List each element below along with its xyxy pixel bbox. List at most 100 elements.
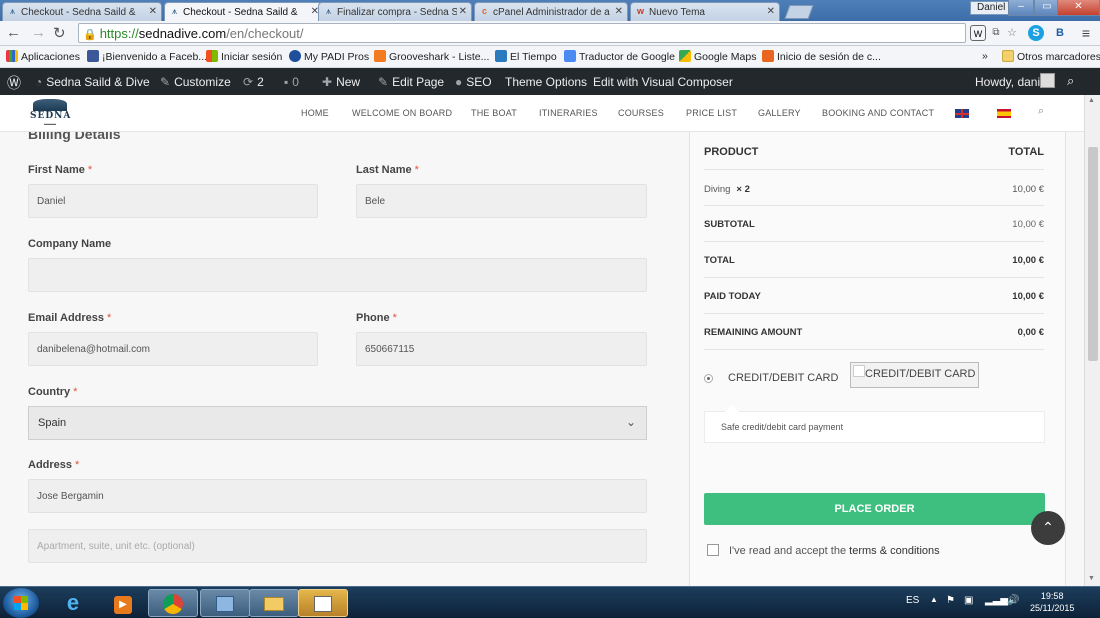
new-tab-button[interactable] (784, 5, 814, 19)
nav-home[interactable]: HOME (301, 108, 329, 118)
windows-icon (206, 50, 218, 62)
bookmarks-overflow-icon[interactable]: » (982, 50, 988, 62)
nav-courses[interactable]: COURSES (618, 108, 664, 118)
reload-icon[interactable]: ↻ (53, 24, 66, 42)
file-explorer-icon[interactable] (249, 589, 299, 617)
nav-price-list[interactable]: PRICE LIST (686, 108, 737, 118)
bookmark-el-tiempo[interactable]: El Tiempo (495, 50, 557, 63)
payment-method-label[interactable]: CREDIT/DEBIT CARD (728, 372, 838, 384)
lock-icon: 🔒 (83, 29, 97, 41)
close-tab-icon[interactable]: ✕ (615, 6, 623, 17)
terms-row: I've read and accept the terms & conditi… (707, 544, 940, 557)
admin-edit-page[interactable]: ✎ Edit Page (378, 75, 444, 89)
terms-link[interactable]: terms & conditions (849, 545, 939, 557)
payment-method-radio[interactable] (704, 374, 713, 383)
other-bookmarks[interactable]: Otros marcadores (1002, 50, 1100, 63)
address-line1-field[interactable]: Jose Bergamin (28, 479, 647, 513)
admin-new[interactable]: ✚ New (322, 75, 360, 89)
place-order-button[interactable]: PLACE ORDER (704, 493, 1045, 525)
admin-visual-composer[interactable]: Edit with Visual Composer (593, 75, 733, 89)
back-arrow-icon[interactable]: ← (6, 24, 21, 41)
email-field[interactable]: danibelena@hotmail.com (28, 332, 318, 366)
folder-icon (1002, 50, 1014, 62)
order-total-row: TOTAL 10,00 € (704, 242, 1044, 278)
minimize-window-icon[interactable]: – (1008, 0, 1034, 16)
admin-howdy[interactable]: Howdy, dani (975, 75, 1040, 89)
facebook-icon (87, 50, 99, 62)
nav-welcome-on-board[interactable]: WELCOME ON BOARD (352, 108, 452, 118)
header-search-icon[interactable]: ⌕ (1038, 105, 1044, 118)
spanish-flag-icon[interactable] (997, 109, 1011, 118)
scroll-to-top-button[interactable]: ⌃ (1031, 511, 1065, 545)
nav-booking-and-contact[interactable]: BOOKING AND CONTACT (822, 108, 934, 118)
close-tab-icon[interactable]: ✕ (149, 6, 157, 17)
input-language[interactable]: ES (906, 595, 919, 606)
country-select[interactable]: Spain ⌄ (28, 406, 647, 440)
bookmark-padi[interactable]: My PADI Pros (289, 50, 369, 63)
scroll-up-arrow-icon[interactable]: ▲ (1088, 97, 1095, 104)
browser-tab[interactable]: w Nuevo Tema ✕ (630, 2, 780, 21)
skype-icon[interactable]: S (1028, 25, 1044, 41)
nav-itineraries[interactable]: ITINERARIES (539, 108, 598, 118)
close-tab-icon[interactable]: ✕ (767, 6, 775, 17)
admin-seo[interactable]: ● SEO (455, 75, 492, 89)
forward-arrow-icon[interactable]: → (31, 24, 46, 41)
last-name-field[interactable]: Bele (356, 184, 647, 218)
bookmark-star-icon[interactable]: ☆ (1004, 25, 1020, 41)
nav-the-boat[interactable]: THE BOAT (471, 108, 517, 118)
browser-tab[interactable]: c cPanel Administrador de a ✕ (474, 2, 628, 21)
internet-explorer-icon[interactable]: e (48, 589, 98, 617)
bookmark-facebook[interactable]: ¡Bienvenido a Faceb... (87, 50, 207, 63)
admin-updates[interactable]: ⟳ 2 (243, 75, 264, 89)
bookmark-apps[interactable]: Aplicaciones (6, 50, 80, 63)
paint-app-icon[interactable] (298, 589, 348, 617)
bookmark-cpanel[interactable]: Inicio de sesión de c... (762, 50, 881, 63)
browser-tab[interactable]: ⩚ Checkout - Sedna Saild & ✕ (2, 2, 162, 21)
scrollbar-thumb[interactable] (1088, 147, 1098, 361)
extension-icon[interactable]: W (970, 25, 986, 41)
weather-icon (495, 50, 507, 62)
address-line2-field[interactable]: Apartment, suite, unit etc. (optional) (28, 529, 647, 563)
taskbar-clock[interactable]: 19:58 25/11/2015 (1030, 590, 1074, 614)
nav-gallery[interactable]: GALLERY (758, 108, 801, 118)
browser-tab-active[interactable]: ⩚ Checkout - Sedna Saild & ✕ (164, 2, 324, 22)
close-window-icon[interactable]: ✕ (1057, 0, 1100, 16)
network-signal-icon[interactable]: ▂▃▅ (985, 595, 1008, 606)
admin-customize[interactable]: ✎ Customize (160, 75, 231, 89)
company-name-field[interactable] (28, 258, 647, 292)
action-center-flag-icon[interactable]: ⚑ (946, 595, 955, 606)
phone-field[interactable]: 650667115 (356, 332, 647, 366)
admin-search-icon[interactable]: ⌕ (1067, 73, 1074, 89)
order-paid-today-row: PAID TODAY 10,00 € (704, 278, 1044, 314)
bookmark-iniciar-sesion[interactable]: Iniciar sesión (206, 50, 282, 63)
site-logo[interactable]: SEDNA ▬▬▬ (30, 99, 70, 127)
english-flag-icon[interactable] (955, 109, 969, 118)
comment-icon: ▪ (284, 75, 289, 89)
translate-icon[interactable]: ⧉ (988, 25, 1004, 41)
admin-site-name[interactable]: ◔ Sedna Saild & Dive (35, 75, 150, 89)
bookmark-grooveshark[interactable]: Grooveshark - Liste... (374, 50, 489, 63)
terms-checkbox[interactable] (707, 544, 719, 556)
extension-b-icon[interactable]: B (1052, 25, 1068, 41)
bookmark-translate[interactable]: Traductor de Google (564, 50, 675, 63)
bookmark-maps[interactable]: Google Maps (679, 50, 756, 63)
media-player-icon[interactable]: ▶ (98, 589, 148, 617)
tray-expand-icon[interactable]: ▲ (930, 595, 938, 604)
tray-app-icon[interactable]: ▣ (964, 595, 973, 606)
page-scrollbar[interactable]: ▲ ▼ (1084, 95, 1100, 586)
chrome-icon[interactable] (148, 589, 198, 617)
first-name-field[interactable]: Daniel (28, 184, 318, 218)
start-button[interactable] (3, 588, 39, 618)
wordpress-logo-icon[interactable]: Ⓦ (7, 73, 21, 93)
notebook-app-icon[interactable] (200, 589, 250, 617)
avatar[interactable] (1040, 73, 1055, 88)
browser-tab[interactable]: ⩚ Finalizar compra - Sedna S ✕ (318, 2, 472, 21)
admin-theme-options[interactable]: Theme Options (505, 75, 587, 89)
close-tab-icon[interactable]: ✕ (459, 6, 467, 17)
menu-icon[interactable]: ≡ (1078, 25, 1094, 41)
scroll-down-arrow-icon[interactable]: ▼ (1088, 575, 1095, 582)
url-input[interactable]: 🔒 https://sednadive.com/en/checkout/ (78, 23, 966, 43)
window-user-badge[interactable]: Daniel (970, 1, 1013, 15)
admin-comments[interactable]: ▪ 0 (284, 75, 299, 89)
volume-icon[interactable]: 🔊 (1007, 595, 1019, 606)
